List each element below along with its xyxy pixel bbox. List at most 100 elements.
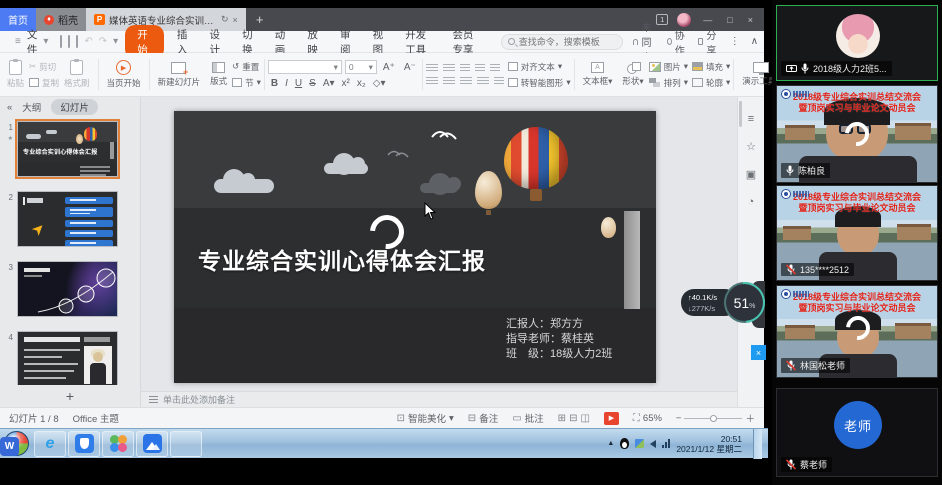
shapes-button[interactable]: 形状▾ [617, 55, 648, 94]
strikethrough-icon[interactable]: S [306, 78, 319, 89]
play-from-page-button[interactable]: ▶当页开始 [102, 55, 146, 94]
slide-thumbnail-2[interactable]: ➤ [17, 191, 118, 247]
participant-tile-2[interactable]: 2018级专业综合实训总结交流会 暨顶岗实习与毕业论文动员会 陈柏良 [776, 85, 938, 183]
justify-icon[interactable] [477, 77, 489, 86]
tray-app-icon[interactable] [635, 439, 644, 448]
zoom-slider-knob[interactable] [710, 415, 717, 422]
file-menu[interactable]: ≡文件▾ [6, 27, 57, 57]
bullets-icon[interactable] [426, 64, 438, 73]
slide-canvas[interactable]: 专业综合实训心得体会汇报 汇报人：郑方方 指导老师：蔡桂英 班 级：18级人力2… [141, 97, 737, 391]
outline-tab[interactable]: 大纲 [22, 100, 41, 114]
reading-view-icon[interactable]: ◫ [580, 413, 589, 424]
align-text-button[interactable]: 对齐文本▾ [508, 61, 571, 73]
layout-pane-icon[interactable]: ▣ [746, 168, 756, 181]
print-preview-icon[interactable] [73, 36, 81, 47]
layout-button[interactable]: 版式 [205, 55, 232, 94]
taskbar-security-button[interactable] [68, 431, 100, 457]
popup-close-button[interactable]: × [751, 345, 766, 360]
indent-increase-icon[interactable] [475, 64, 485, 73]
arrange-button[interactable]: 排列▾ [649, 77, 688, 89]
save-icon[interactable] [57, 36, 65, 47]
selection-pane-icon[interactable]: ≡ [748, 113, 754, 125]
acceleration-ball[interactable]: 51% [724, 282, 765, 323]
slide-sorter-icon[interactable]: ⊟ [569, 413, 577, 424]
rehearse-timer-icon[interactable]: ◔ [748, 196, 755, 208]
slide-info-block[interactable]: 汇报人：郑方方 指导老师：蔡桂英 班 级：18级人力2班 [506, 317, 612, 362]
tray-expand-icon[interactable]: ▲ [607, 440, 614, 447]
tab-insert[interactable]: 插入 [168, 27, 201, 57]
tab-transitions[interactable]: 切换 [233, 27, 266, 57]
taskbar-app-button[interactable] [102, 431, 134, 457]
indent-decrease-icon[interactable] [460, 64, 470, 73]
undo-icon[interactable]: ↶ [81, 36, 95, 47]
decrease-font-icon[interactable]: A⁻ [401, 62, 419, 73]
format-painter-button[interactable]: 格式刷 [59, 55, 95, 94]
zoom-level[interactable]: ⛶65% [633, 413, 662, 424]
participant-tile-4[interactable]: 2018级专业综合实训总结交流会 暨顶岗实习与毕业论文动员会 林国松老师 [776, 285, 938, 378]
add-slide-button[interactable]: + [66, 388, 74, 404]
collapse-ribbon-icon[interactable]: ∧ [751, 36, 758, 47]
tab-member[interactable]: 会员专享 [443, 27, 490, 57]
tab-review[interactable]: 审阅 [331, 27, 364, 57]
line-spacing-icon[interactable] [490, 64, 500, 73]
normal-view-icon[interactable]: ⊞ [558, 413, 566, 424]
tab-design[interactable]: 设计 [200, 27, 233, 57]
slideshow-play-button[interactable]: ▶ [604, 412, 619, 425]
columns-icon[interactable] [494, 77, 504, 86]
font-family-combo[interactable]: ▾ [268, 60, 342, 74]
zoom-in-button[interactable]: ＋ [745, 411, 755, 425]
search-input[interactable] [519, 37, 619, 47]
underline-icon[interactable]: U [292, 78, 305, 89]
print-icon[interactable] [65, 36, 73, 47]
zoom-out-button[interactable]: − [676, 413, 682, 424]
font-color-icon[interactable]: A▾ [320, 78, 338, 89]
more-menu-icon[interactable]: ⋮ [730, 36, 740, 47]
theme-name[interactable]: Office 主题 [73, 411, 119, 425]
italic-icon[interactable]: I [282, 78, 291, 89]
tab-animation[interactable]: 动画 [266, 27, 299, 57]
align-left-icon[interactable] [426, 77, 438, 86]
align-right-icon[interactable] [460, 77, 472, 86]
slide-title[interactable]: 专业综合实训心得体会汇报 [198, 242, 486, 276]
collaborate-button[interactable]: 协作 [667, 27, 687, 57]
comments-button[interactable]: ▭批注 [512, 411, 543, 425]
subscript-icon[interactable]: x₂ [354, 78, 369, 89]
redo-icon[interactable]: ↷ [96, 36, 110, 47]
qq-icon[interactable] [620, 438, 629, 449]
font-size-combo[interactable]: 0▾ [345, 60, 377, 74]
increase-font-icon[interactable]: A⁺ [380, 62, 398, 73]
tab-developer[interactable]: 开发工具 [396, 27, 443, 57]
taskbar-clock[interactable]: 20:51 2021/1/12 星期二 [676, 434, 742, 454]
zoom-slider[interactable] [684, 418, 742, 419]
taskbar-ie-button[interactable]: e [34, 431, 66, 457]
slide-thumbnail-3[interactable] [17, 261, 118, 317]
cut-button[interactable]: ✂剪切 [29, 61, 59, 73]
highlight-icon[interactable]: ◇▾ [370, 78, 389, 89]
new-slide-button[interactable]: 新建幻灯片 [153, 55, 206, 94]
paste-button[interactable]: 粘贴 [2, 55, 29, 94]
network-icon[interactable] [662, 439, 670, 448]
smart-beautify-button[interactable]: ⊡智能美化▾ [397, 411, 454, 425]
taskbar-wps-button[interactable]: W [170, 431, 202, 457]
participant-tile-3[interactable]: 2018级专业综合实训总结交流会 暨顶岗实习与毕业论文动员会 135****25… [776, 185, 938, 281]
command-search[interactable] [501, 34, 623, 50]
current-slide[interactable]: 专业综合实训心得体会汇报 汇报人：郑方方 指导老师：蔡桂英 班 级：18级人力2… [174, 111, 656, 383]
picture-button[interactable]: 图片▾ [649, 61, 688, 73]
show-desktop-button[interactable] [753, 429, 762, 459]
superscript-icon[interactable]: x² [339, 78, 353, 89]
outline-button[interactable]: 轮廓▾ [692, 77, 730, 89]
scrollbar-thumb[interactable] [739, 101, 742, 127]
fill-button[interactable]: 填充▾ [692, 61, 730, 73]
collapse-panel-icon[interactable]: « [7, 102, 12, 113]
share-button[interactable]: 分享 [698, 27, 719, 57]
tab-close-icon[interactable]: × [233, 15, 238, 25]
more-commands-icon[interactable]: ▾ [110, 36, 121, 47]
volume-icon[interactable] [650, 440, 656, 448]
smart-beautify-icon[interactable]: ☆ [746, 140, 756, 153]
reset-button[interactable]: ↺重置 [232, 61, 261, 73]
taskbar-meeting-button[interactable] [136, 431, 168, 457]
copy-button[interactable]: 复制 [29, 77, 59, 89]
notes-button[interactable]: ⊟备注 [468, 411, 498, 425]
numbering-icon[interactable] [443, 64, 455, 73]
slide-thumbnail-4[interactable] [17, 331, 118, 385]
